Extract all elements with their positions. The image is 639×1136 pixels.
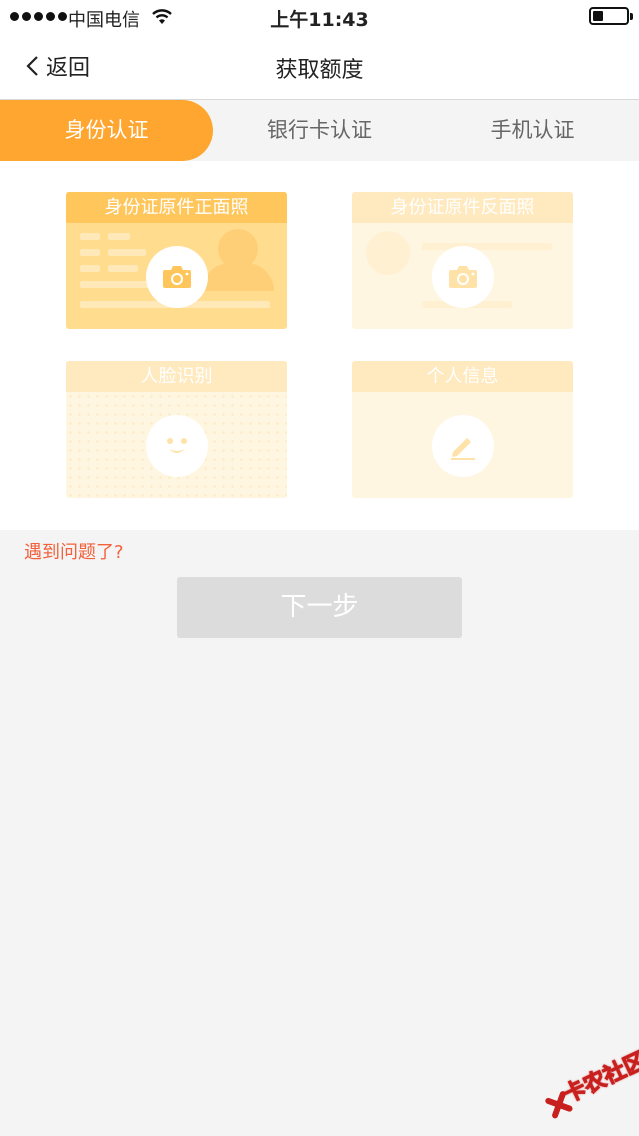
- next-step-button[interactable]: 下一步: [177, 577, 462, 638]
- face-recognition-card[interactable]: 人脸识别: [66, 361, 287, 498]
- face-icon: [146, 415, 208, 477]
- verification-tabs: 身份认证 银行卡认证 手机认证: [0, 100, 639, 161]
- page-title: 获取额度: [275, 58, 364, 83]
- tab-identity[interactable]: 身份认证: [0, 100, 213, 161]
- card-title: 身份证原件正面照: [66, 192, 287, 223]
- id-card-front-card[interactable]: 身份证原件正面照: [66, 192, 287, 329]
- watermark: 卡农社区: [525, 1024, 639, 1135]
- status-time: 上午11:43: [270, 9, 369, 31]
- status-bar: 中国电信 上午11:43: [0, 0, 639, 34]
- tab-phone[interactable]: 手机认证: [426, 100, 639, 161]
- navigation-bar: 返回 获取额度: [0, 34, 639, 100]
- pencil-icon: [432, 415, 494, 477]
- personal-info-card[interactable]: 个人信息: [352, 361, 573, 498]
- camera-icon: [146, 246, 208, 308]
- card-title: 个人信息: [352, 361, 573, 392]
- card-title: 人脸识别: [66, 361, 287, 392]
- camera-icon: [432, 246, 494, 308]
- help-link[interactable]: 遇到问题了?: [24, 538, 124, 564]
- verification-cards: 身份证原件正面照 身份证原件反面照 人脸识别 个人信息: [0, 161, 639, 530]
- id-card-back-card[interactable]: 身份证原件反面照: [352, 192, 573, 329]
- card-title: 身份证原件反面照: [352, 192, 573, 223]
- watermark-text: 卡农社区: [559, 1048, 639, 1109]
- battery-icon: [589, 7, 633, 25]
- tab-bank-card[interactable]: 银行卡认证: [213, 100, 426, 161]
